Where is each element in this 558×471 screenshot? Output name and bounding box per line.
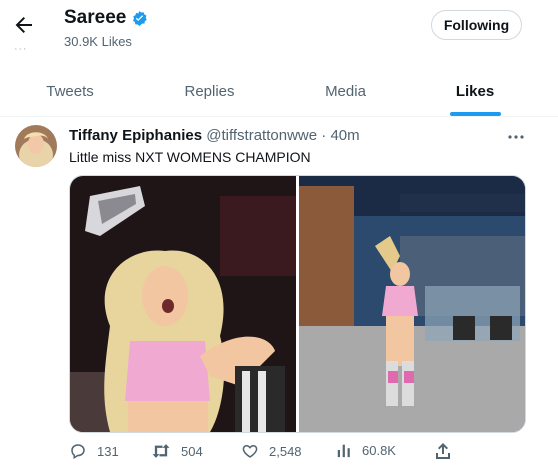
- active-tab-indicator: [450, 112, 501, 116]
- views-action[interactable]: 60.8K: [336, 442, 396, 458]
- tab-replies[interactable]: Replies: [140, 66, 279, 116]
- share-icon: [436, 443, 450, 459]
- media-photo-left[interactable]: [70, 176, 296, 432]
- verified-badge-icon: [133, 10, 148, 26]
- heart-icon: [242, 444, 258, 458]
- reply-action[interactable]: 131: [69, 442, 119, 460]
- share-action[interactable]: [435, 442, 451, 460]
- tab-tweets[interactable]: Tweets: [0, 66, 140, 116]
- reply-icon: [71, 444, 85, 460]
- tweet-meta: Tiffany Epiphanies @tiffstrattonwwe · 40…: [69, 127, 360, 144]
- tab-likes[interactable]: Likes: [412, 66, 538, 116]
- likes-count: 30.9K Likes: [64, 34, 132, 49]
- tweet-text: Little miss NXT WOMENS CHAMPION: [69, 149, 311, 165]
- media-photo-right[interactable]: [299, 176, 525, 432]
- header-title-block: Sareee 30.9K Likes: [64, 7, 148, 49]
- retweet-count: 504: [181, 443, 203, 459]
- retweet-action[interactable]: 504: [151, 442, 203, 460]
- tweet-handle[interactable]: @tiffstrattonwwe: [206, 127, 317, 144]
- following-button[interactable]: Following: [431, 10, 522, 40]
- back-arrow-icon[interactable]: [12, 13, 36, 37]
- profile-header: Sareee 30.9K Likes ·∙· Following: [0, 0, 558, 62]
- like-count: 2,548: [269, 443, 302, 459]
- scrolled-header-decoration: ·∙·: [14, 43, 28, 55]
- tweet-author[interactable]: Tiffany Epiphanies: [69, 127, 202, 144]
- tweet[interactable]: Tiffany Epiphanies @tiffstrattonwwe · 40…: [0, 117, 558, 471]
- avatar[interactable]: [15, 125, 57, 167]
- like-action[interactable]: 2,548: [241, 442, 302, 460]
- views-count: 60.8K: [362, 442, 396, 458]
- profile-name: Sareee: [64, 7, 127, 28]
- reply-count: 131: [97, 443, 119, 459]
- tweet-time-separator: ·: [321, 127, 327, 144]
- views-chart-icon: [337, 444, 350, 458]
- tweet-actions: 131 504 2,548 60.8K: [69, 442, 529, 462]
- tweet-time[interactable]: 40m: [330, 127, 359, 144]
- tab-media[interactable]: Media: [279, 66, 412, 116]
- retweet-icon: [152, 444, 170, 458]
- tweet-media[interactable]: [69, 175, 526, 433]
- profile-tabs: Tweets Replies Media Likes: [0, 66, 558, 117]
- more-options-icon[interactable]: [506, 130, 526, 144]
